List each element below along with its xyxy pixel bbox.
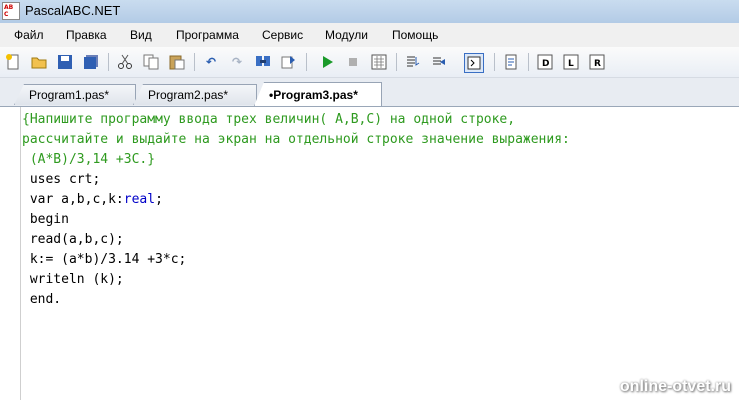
menu-file[interactable]: Файл xyxy=(14,28,44,42)
module-r-icon[interactable]: R xyxy=(588,53,606,71)
paste-icon[interactable] xyxy=(168,53,186,71)
code-line: (A*B)/3,14 +3C.} xyxy=(22,152,156,167)
svg-text:R: R xyxy=(594,59,601,69)
code-line: begin xyxy=(22,212,69,227)
toolbar-separator xyxy=(528,53,529,71)
code-line: writeln (k); xyxy=(22,272,124,287)
copy-icon[interactable] xyxy=(142,53,160,71)
code-text[interactable]: {Напишите программу ввода трех величин( … xyxy=(0,107,570,307)
code-line: end. xyxy=(22,292,62,307)
step-into-icon[interactable] xyxy=(404,53,422,71)
toolbar-separator xyxy=(194,53,195,71)
toolbar-separator xyxy=(396,53,397,71)
step-over-icon[interactable] xyxy=(430,53,448,71)
module-l-icon[interactable]: L xyxy=(562,53,580,71)
code-line: var a,b,c,k:real; xyxy=(22,190,163,210)
output-window-icon[interactable] xyxy=(464,53,484,73)
menu-program[interactable]: Программа xyxy=(176,28,239,42)
title-bar: AB C PascalABC.NET xyxy=(0,0,739,23)
watermark: online-otvet.ru xyxy=(619,378,731,395)
menu-view[interactable]: Вид xyxy=(130,28,152,42)
run-icon[interactable] xyxy=(318,53,336,71)
find-icon[interactable] xyxy=(254,53,272,71)
code-line: {Напишите программу ввода трех величин( … xyxy=(22,112,516,127)
code-line: k:= (a*b)/3.14 +3*c; xyxy=(22,252,187,267)
form-designer-icon[interactable] xyxy=(502,53,520,71)
open-folder-icon[interactable] xyxy=(30,53,48,71)
window-title: PascalABC.NET xyxy=(25,3,121,18)
code-token: var a,b,c,k: xyxy=(22,192,124,207)
menu-service[interactable]: Сервис xyxy=(262,28,303,42)
undo-icon[interactable]: ↶ xyxy=(202,53,220,71)
replace-icon[interactable] xyxy=(280,53,298,71)
code-token-type: real xyxy=(123,192,156,207)
toolbar-separator xyxy=(108,53,109,71)
redo-icon[interactable]: ↷ xyxy=(228,53,246,71)
svg-text:D: D xyxy=(542,59,549,69)
svg-text:L: L xyxy=(568,59,574,69)
tab-program1[interactable]: Program1.pas* xyxy=(14,84,136,105)
menu-edit[interactable]: Правка xyxy=(66,28,107,42)
menu-modules[interactable]: Модули xyxy=(325,28,368,42)
toolbar-separator xyxy=(494,53,495,71)
cut-icon[interactable] xyxy=(116,53,134,71)
code-line: рассчитайте и выдайте на экран на отдель… xyxy=(22,132,570,147)
save-icon[interactable] xyxy=(56,53,74,71)
menu-help[interactable]: Помощь xyxy=(392,28,438,42)
code-editor[interactable]: {Напишите программу ввода трех величин( … xyxy=(0,107,739,400)
app-icon: AB C xyxy=(2,2,20,20)
code-line: read(a,b,c); xyxy=(22,232,124,247)
tab-bar: Program1.pas* Program2.pas* •Program3.pa… xyxy=(0,78,739,107)
toolbar-separator xyxy=(306,53,307,71)
save-all-icon[interactable] xyxy=(82,53,100,71)
code-line: uses crt; xyxy=(22,172,101,187)
toolbar: ↶ ↷ D L R xyxy=(0,47,739,78)
module-d-icon[interactable]: D xyxy=(536,53,554,71)
stop-icon[interactable] xyxy=(344,53,362,71)
new-file-icon[interactable] xyxy=(4,53,22,71)
code-token: ; xyxy=(155,192,163,207)
menu-bar: Файл Правка Вид Программа Сервис Модули … xyxy=(0,23,739,47)
compile-icon[interactable] xyxy=(370,53,388,71)
tab-program3[interactable]: •Program3.pas* xyxy=(254,82,382,106)
tab-program2[interactable]: Program2.pas* xyxy=(133,84,257,105)
